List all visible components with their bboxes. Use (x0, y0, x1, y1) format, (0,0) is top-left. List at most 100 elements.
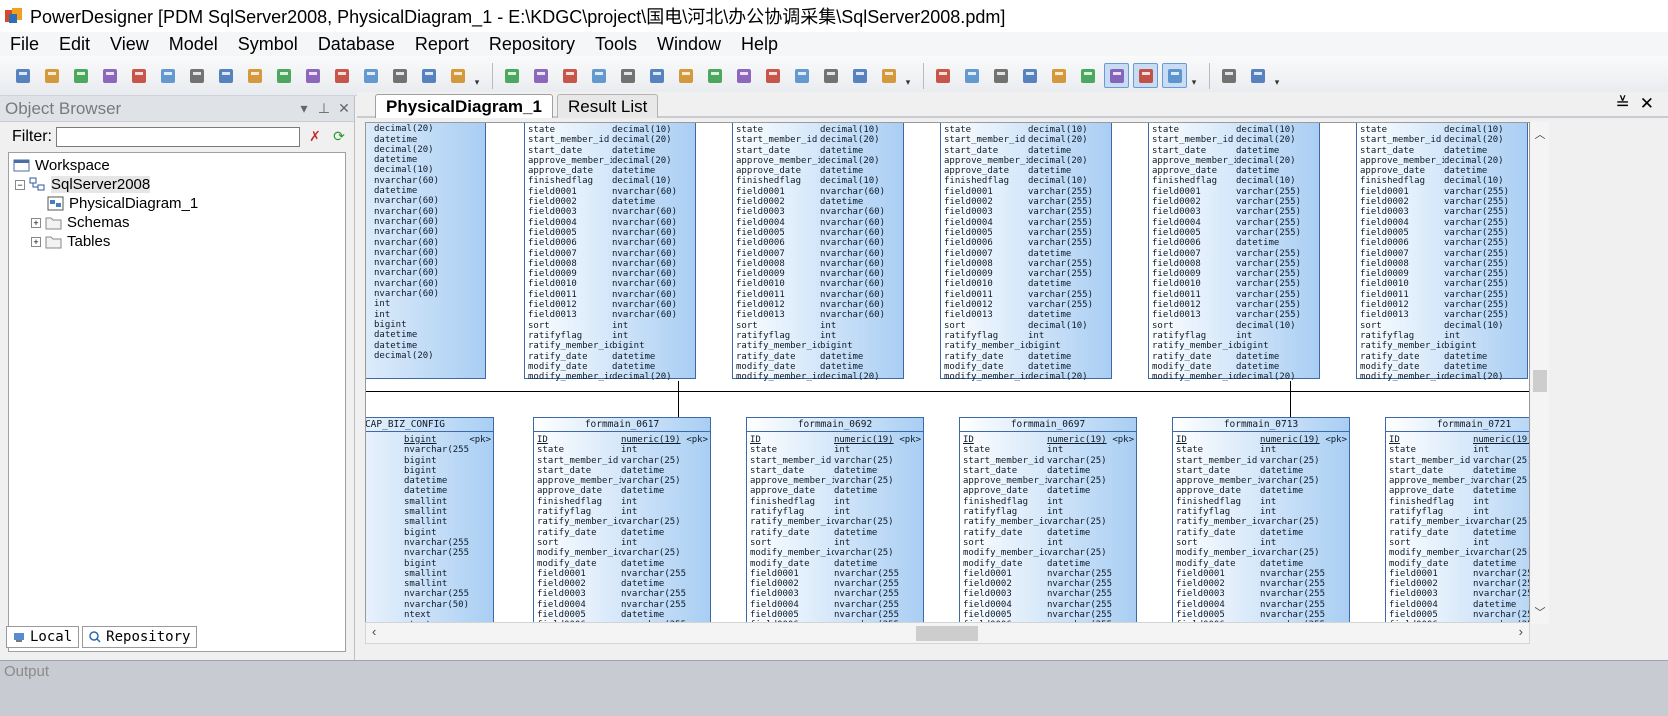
undo-icon[interactable] (329, 63, 354, 88)
report-icon[interactable] (1017, 63, 1042, 88)
menu-view[interactable]: View (100, 34, 159, 55)
diagram-canvas[interactable]: decimal(10)er_iddecimal(20)edatetimeembe… (365, 122, 1530, 624)
window-list-icon[interactable]: ≚ (1616, 94, 1630, 114)
dropdown-icon[interactable]: ▾ (294, 100, 314, 117)
scroll-down-icon[interactable]: ﹀ (1531, 604, 1549, 620)
font-icon[interactable] (789, 63, 814, 88)
tab-repository[interactable]: Repository (82, 626, 198, 648)
filter-input[interactable] (56, 127, 300, 147)
diagram-view-icon[interactable] (930, 63, 955, 88)
merge-icon[interactable] (1075, 63, 1100, 88)
delete-icon[interactable] (300, 63, 325, 88)
horizontal-scroll-thumb[interactable] (916, 626, 978, 641)
cut-icon[interactable] (213, 63, 238, 88)
open-model-icon[interactable] (39, 63, 64, 88)
table-symbol[interactable]: state decimal(10) start_member_id decimal(2… (1148, 123, 1320, 382)
line-style-icon[interactable] (702, 63, 727, 88)
font-color-icon[interactable] (760, 63, 785, 88)
horizontal-scrollbar[interactable]: ‹ › (365, 622, 1530, 644)
print-icon[interactable] (184, 63, 209, 88)
table-symbol[interactable]: state decimal(10) start_member_id decimal(2… (524, 123, 696, 382)
table-symbol[interactable]: state decimal(10) start_member_id decimal(2… (732, 123, 904, 382)
table-symbol[interactable]: formmain_0692 ID numeric(19) <pk> state int st… (746, 417, 924, 623)
vertical-scrollbar[interactable]: ︿ ﹀ (1531, 122, 1549, 624)
align-icon[interactable] (673, 63, 698, 88)
check-model-icon[interactable] (416, 63, 441, 88)
table-symbol[interactable]: decimal(10)er_iddecimal(20)edatetimeembe… (366, 123, 486, 379)
redo-icon[interactable] (358, 63, 383, 88)
reference-connector[interactable] (1290, 381, 1291, 417)
lock-icon[interactable] (818, 63, 843, 88)
tab-local[interactable]: Local (6, 626, 80, 648)
toolbar-overflow-icon[interactable]: ▾ (1272, 63, 1282, 88)
print-all-icon[interactable] (1245, 63, 1270, 88)
table-symbol[interactable]: formmain_0697 ID numeric(19) <pk> state int st… (959, 417, 1137, 623)
expand-icon[interactable]: + (31, 217, 41, 228)
comment-icon[interactable] (1133, 63, 1158, 88)
table-symbol[interactable]: formmain_0713 ID numeric(19) <pk> state int st… (1172, 417, 1350, 623)
reference-line[interactable] (366, 391, 1529, 392)
next-icon[interactable] (876, 63, 901, 88)
menu-edit[interactable]: Edit (49, 34, 100, 55)
table-symbol[interactable]: state decimal(10) start_member_id decimal(2… (940, 123, 1112, 382)
find-icon[interactable] (557, 63, 582, 88)
clear-filter-icon[interactable]: ✗ (306, 128, 324, 146)
table-symbol[interactable]: CAP_BIZ_CONFIG bigint <pk> nvarchar(255) big… (366, 417, 494, 623)
fill-icon[interactable] (731, 63, 756, 88)
expand-icon[interactable]: + (31, 236, 41, 247)
close-document-icon[interactable]: ✕ (1640, 94, 1654, 114)
menu-repository[interactable]: Repository (479, 34, 585, 55)
save-icon[interactable] (97, 63, 122, 88)
list-view-icon[interactable] (959, 63, 984, 88)
zoom-icon[interactable] (1104, 63, 1129, 88)
table-symbol[interactable]: formmain_0617 ID numeric(19) <pk> state int st… (533, 417, 711, 623)
grid-icon[interactable] (1162, 63, 1187, 88)
new-icon[interactable] (10, 63, 35, 88)
scroll-up-icon[interactable]: ︿ (1531, 126, 1549, 142)
tree-view-icon[interactable] (988, 63, 1013, 88)
print-setup-icon[interactable] (1216, 63, 1241, 88)
menu-database[interactable]: Database (308, 34, 405, 55)
scroll-right-icon[interactable]: › (1519, 624, 1523, 639)
tab-result-list[interactable]: Result List (557, 94, 659, 118)
menu-tools[interactable]: Tools (585, 34, 647, 55)
vertical-scroll-thumb[interactable] (1533, 370, 1547, 392)
print-preview-icon[interactable] (155, 63, 180, 88)
check-icon[interactable] (615, 63, 640, 88)
properties-icon[interactable] (387, 63, 412, 88)
menu-report[interactable]: Report (405, 34, 479, 55)
menu-symbol[interactable]: Symbol (228, 34, 308, 55)
tree-node-model[interactable]: − SqlServer2008 (15, 176, 151, 193)
previous-icon[interactable] (847, 63, 872, 88)
package-icon[interactable] (528, 63, 553, 88)
close-icon[interactable]: ✕ (334, 100, 354, 117)
tree-node-schemas[interactable]: + Schemas (31, 214, 130, 231)
tree-node-workspace[interactable]: Workspace (13, 157, 110, 174)
scroll-left-icon[interactable]: ‹ (372, 624, 376, 639)
menu-window[interactable]: Window (647, 34, 731, 55)
save-all-icon[interactable] (126, 63, 151, 88)
shadow-icon[interactable] (644, 63, 669, 88)
tree-node-tables[interactable]: + Tables (31, 233, 110, 250)
generate-icon[interactable] (445, 63, 470, 88)
table-symbol[interactable]: formmain_0721IDnumeric(19)<pk>stateintst… (1385, 417, 1529, 623)
menu-help[interactable]: Help (731, 34, 788, 55)
toolbar-overflow-icon[interactable]: ▾ (903, 63, 913, 88)
refresh-icon[interactable] (586, 63, 611, 88)
paste-icon[interactable] (271, 63, 296, 88)
graph-icon[interactable] (1046, 63, 1071, 88)
new-diagram-icon[interactable] (499, 63, 524, 88)
copy-icon[interactable] (242, 63, 267, 88)
menu-file[interactable]: File (0, 34, 49, 55)
toolbar-overflow-icon[interactable]: ▾ (1189, 63, 1199, 88)
toolbar-overflow-icon[interactable]: ▾ (472, 63, 482, 88)
open-folder-icon[interactable] (68, 63, 93, 88)
tab-physical-diagram[interactable]: PhysicalDiagram_1 (375, 94, 553, 118)
reference-connector[interactable] (678, 381, 679, 417)
refresh-filter-icon[interactable]: ⟳ (330, 128, 348, 146)
menu-model[interactable]: Model (159, 34, 228, 55)
tree-node-diagram[interactable]: PhysicalDiagram_1 (47, 195, 198, 212)
pin-icon[interactable]: ⊥ (314, 100, 334, 117)
collapse-icon[interactable]: − (15, 179, 25, 190)
table-symbol[interactable]: state decimal(10) start_member_id decimal(2… (1356, 123, 1528, 382)
